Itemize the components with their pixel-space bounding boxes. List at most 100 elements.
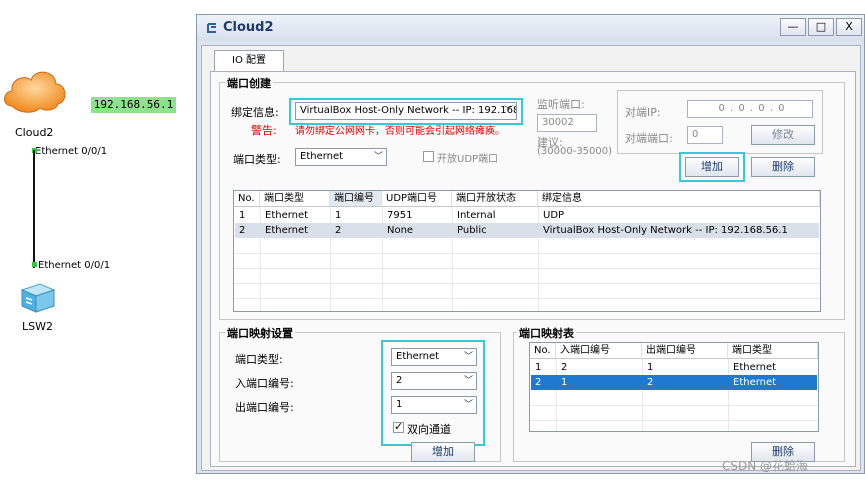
table-cell: 1 [561,377,568,388]
column-header[interactable]: UDP端口号 [382,191,452,207]
in-port-select[interactable]: 2 ﹀ [391,372,477,390]
column-header[interactable]: 绑定信息 [538,191,820,207]
warning-text: 请勿绑定公网网卡，否则可能会引起网络瘫痪。 [295,126,505,137]
column-header[interactable]: No. [234,191,260,207]
grid-line [530,420,818,421]
window-client: IO 配置 端口创建 绑定信息: VirtualBox Host-Only Ne… [201,45,861,471]
cloud-icon[interactable] [0,58,70,120]
port-create-title: 端口创建 [225,75,273,91]
peer-port-label: 对端端口: [625,132,673,145]
add-mapping-button[interactable]: 增加 [411,442,475,462]
chevron-down-icon: ﹀ [463,376,473,386]
table-cell: 7951 [387,210,413,221]
chevron-down-icon: ﹀ [373,152,383,162]
maximize-button[interactable]: □ [808,18,834,36]
suggest-range: (30000-35000) [537,146,613,157]
out-port-select[interactable]: 1 ﹀ [391,396,477,414]
switch-label: LSW2 [22,320,53,333]
bidirectional-label: 双向通道 [407,423,451,436]
table-row[interactable]: 2 1 2 Ethernet [531,375,817,390]
grid-line [234,253,820,254]
table-cell: VirtualBox Host-Only Network -- IP: 192.… [543,225,788,236]
udp-checkbox-label: 开放UDP端口 [437,154,499,165]
grid-line [234,298,820,299]
ip-address-tag: 192.168.56.1 [91,97,176,113]
table-row[interactable]: 2 Ethernet 2 None Public VirtualBox Host… [235,223,819,238]
add-port-button[interactable]: 增加 [685,157,739,177]
table-cell: Ethernet [265,210,309,221]
link-endpoint-dot [32,262,37,267]
map-port-type-value: Ethernet [396,351,440,362]
table-cell: Ethernet [733,362,777,373]
map-port-type-select[interactable]: Ethernet ﹀ [391,348,477,366]
udp-checkbox[interactable] [423,151,434,162]
table-cell: None [387,225,414,236]
table-row[interactable]: 1 Ethernet 1 7951 Internal UDP [235,208,819,223]
in-port-label: 入端口编号: [235,377,294,390]
map-port-type-label: 端口类型: [235,353,283,366]
chevron-down-icon: ﹀ [503,106,513,116]
table-cell: 2 [239,225,246,236]
table-cell: 2 [647,377,654,388]
title-bar[interactable]: Cloud2 — □ X [197,15,864,41]
peer-ip-input[interactable]: 0 . 0 . 0 . 0 [687,100,813,118]
switch-interface-label: Ethernet 0/0/1 [38,260,111,271]
tab-io-config[interactable]: IO 配置 [214,50,284,72]
close-button[interactable]: X [836,18,862,36]
cloud-config-window: Cloud2 — □ X IO 配置 端口创建 绑定信息: VirtualBox… [196,14,865,474]
table-cell: 2 [561,362,568,373]
column-header[interactable]: 端口类型 [728,343,818,359]
table-cell: Internal [457,210,496,221]
warning-label: 警告: [251,124,277,137]
port-type-label: 端口类型: [233,153,281,166]
table-cell: Ethernet [265,225,309,236]
bind-info-select[interactable]: VirtualBox Host-Only Network -- IP: 192.… [295,102,517,120]
minimize-button[interactable]: — [780,18,806,36]
cloud-app-icon [207,23,216,33]
bind-info-value: VirtualBox Host-Only Network -- IP: 192.… [300,105,517,116]
mapping-settings-title: 端口映射设置 [225,325,295,341]
column-header[interactable]: 端口类型 [260,191,330,207]
table-cell: 1 [239,210,246,221]
column-header[interactable]: 端口开放状态 [452,191,538,207]
table-cell: 2 [335,225,342,236]
bidirectional-checkbox[interactable] [393,420,404,433]
delete-port-button[interactable]: 删除 [751,157,815,177]
out-port-label: 出端口编号: [235,401,294,414]
port-table: No. 端口类型 端口编号 UDP端口号 端口开放状态 绑定信息 1 Ether… [233,190,821,312]
cloud-label: Cloud2 [15,126,54,139]
grid-line [234,268,820,269]
out-port-value: 1 [396,399,403,410]
port-type-value: Ethernet [300,151,344,162]
table-cell: Ethernet [733,377,777,388]
modify-button[interactable]: 修改 [751,125,815,145]
table-cell: 1 [335,210,342,221]
table-cell: 2 [535,377,542,388]
watermark: CSDN @花蛤海 [722,459,809,473]
table-cell: Public [457,225,487,236]
table-cell: UDP [543,210,565,221]
listen-port-input[interactable]: 30002 [537,114,597,132]
grid-line [530,405,818,406]
column-header[interactable]: 入端口编号 [556,343,642,359]
column-header[interactable]: No. [530,343,556,359]
table-row[interactable]: 1 2 1 Ethernet [531,360,817,375]
listen-port-label: 监听端口: [537,98,585,111]
column-header[interactable]: 端口编号 [330,191,382,207]
chevron-down-icon: ﹀ [463,400,473,410]
cloud-interface-label: Ethernet 0/0/1 [35,146,108,157]
in-port-value: 2 [396,375,403,386]
table-cell: 1 [535,362,542,373]
column-header[interactable]: 出端口编号 [642,343,728,359]
switch-icon[interactable] [18,280,58,316]
table-cell: 1 [647,362,654,373]
port-type-select[interactable]: Ethernet ﹀ [295,148,387,166]
grid-line [234,283,820,284]
tab-panel: 端口创建 绑定信息: VirtualBox Host-Only Network … [210,71,856,467]
window-title: Cloud2 [223,20,274,35]
peer-port-input[interactable]: 0 [687,126,723,144]
mapping-table-title: 端口映射表 [517,325,576,341]
peer-ip-label: 对端IP: [625,106,661,119]
network-link[interactable] [33,150,35,268]
bind-info-label: 绑定信息: [231,106,279,119]
